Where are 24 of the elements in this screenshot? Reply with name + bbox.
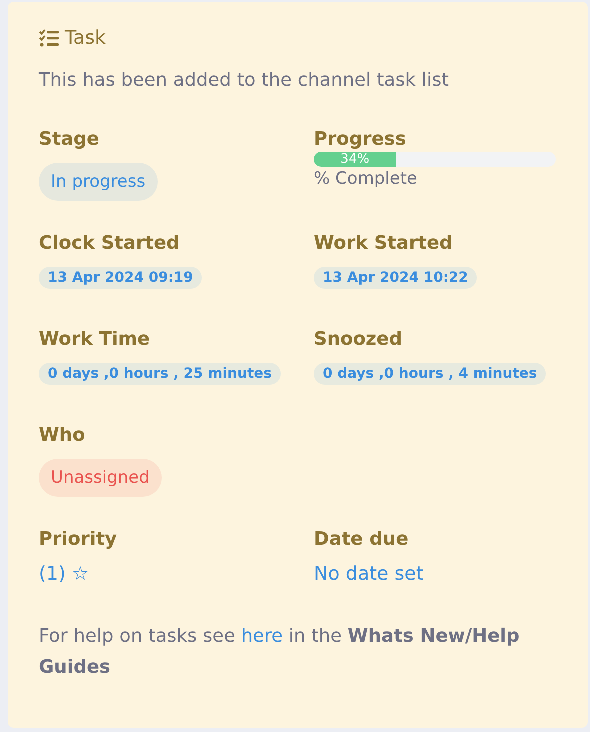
value-link[interactable]: (1) ☆ bbox=[39, 563, 89, 585]
time-chip: 13 Apr 2024 09:19 bbox=[39, 267, 202, 289]
field-label: Work Time bbox=[39, 329, 152, 350]
field-label: Clock Started bbox=[39, 233, 181, 254]
status-pill: In progress bbox=[39, 163, 158, 201]
help-link[interactable]: here bbox=[241, 626, 284, 647]
time-chip: 13 Apr 2024 10:22 bbox=[314, 267, 478, 289]
field-label: Priority bbox=[39, 529, 118, 550]
value-link[interactable]: No date set bbox=[314, 563, 424, 585]
time-chip: 0 days ,0 hours , 4 minutes bbox=[314, 363, 546, 385]
card-title: Task bbox=[65, 27, 106, 49]
field-label: Progress bbox=[314, 129, 408, 150]
field-label: Date due bbox=[314, 529, 410, 550]
field-label: Work Started bbox=[314, 233, 454, 254]
help-text: For help on tasks see here in the Whats New/Help Guides bbox=[39, 625, 521, 680]
status-pill: Unassigned bbox=[39, 459, 162, 497]
progress-fill: 34% bbox=[314, 152, 396, 167]
time-chip: 0 days ,0 hours , 25 minutes bbox=[39, 363, 281, 385]
checklist-icon bbox=[39, 29, 59, 47]
progress-caption: % Complete bbox=[314, 169, 418, 189]
subtitle-text: This has been added to the channel task list bbox=[39, 70, 450, 91]
field-label: Who bbox=[39, 425, 86, 446]
field-label: Snoozed bbox=[314, 329, 404, 350]
field-label: Stage bbox=[39, 129, 100, 150]
